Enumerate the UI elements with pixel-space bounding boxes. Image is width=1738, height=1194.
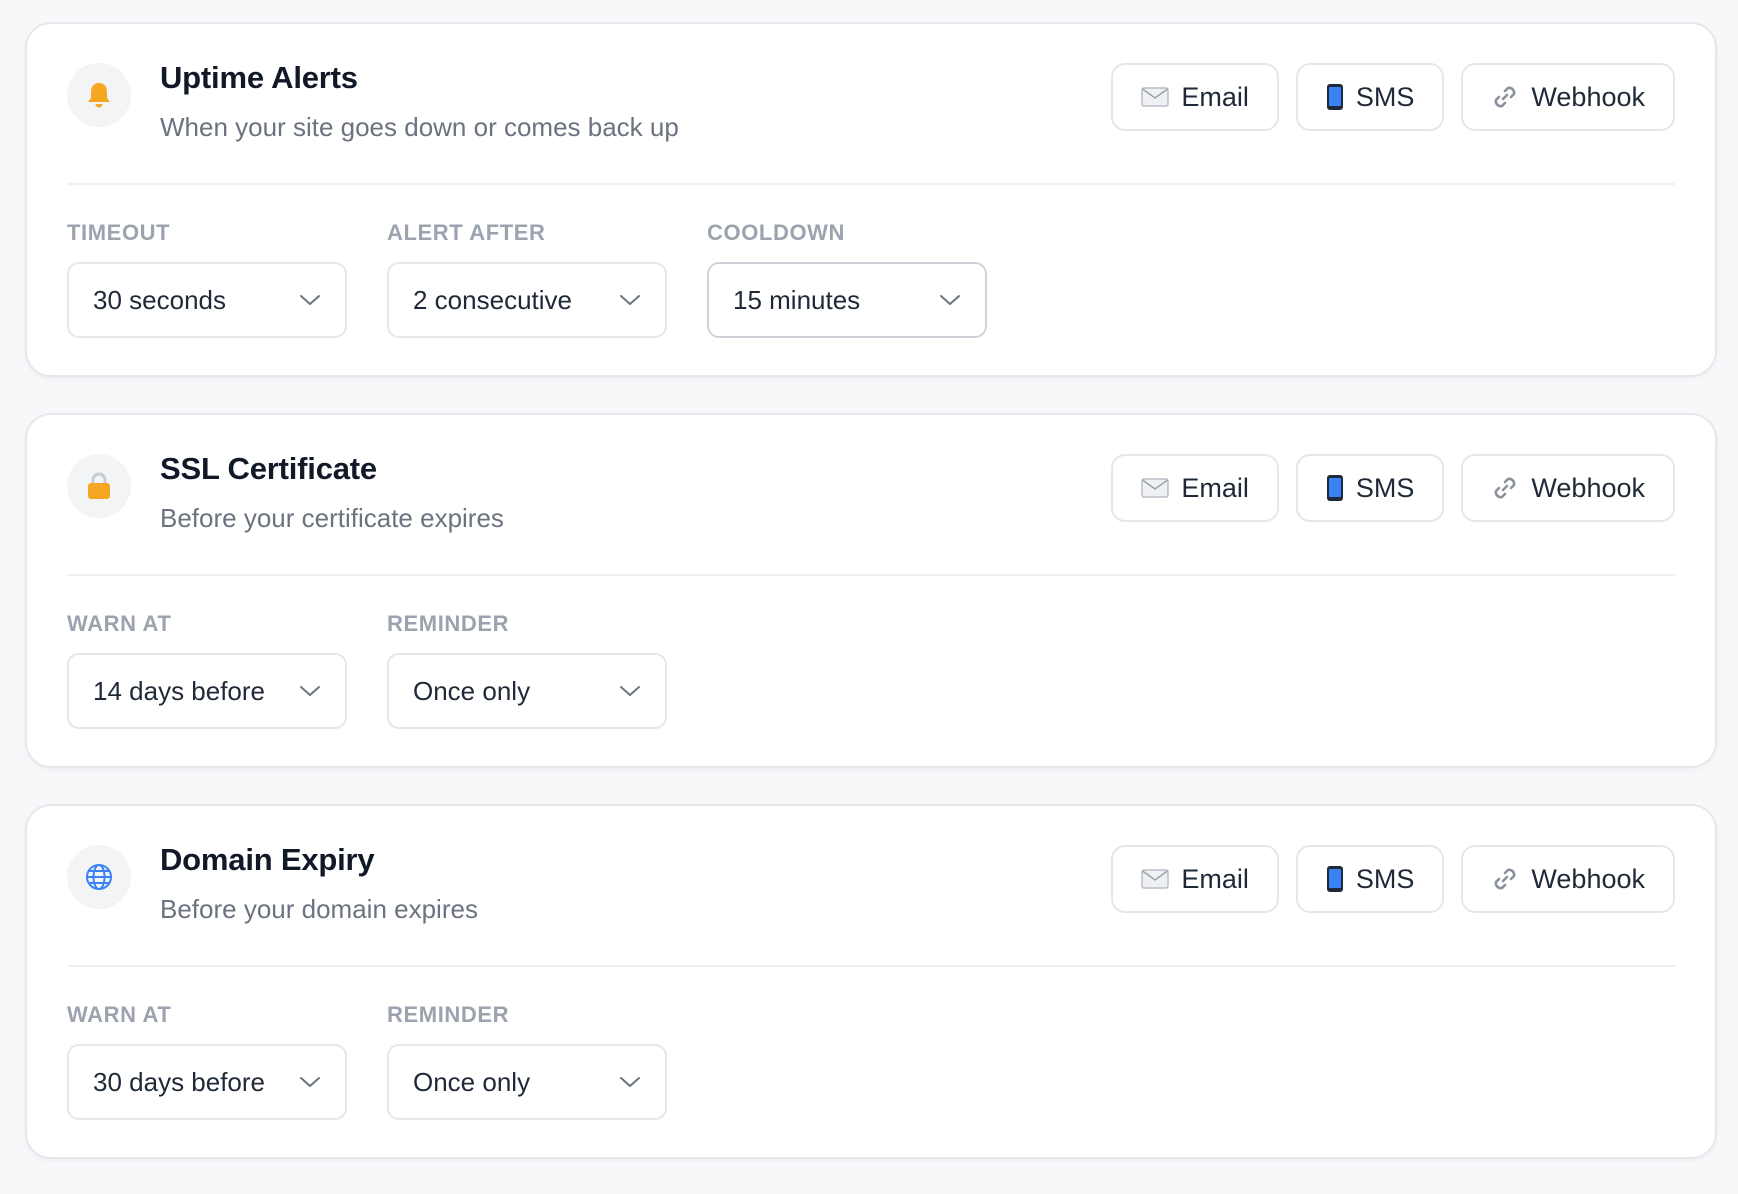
select-value: Once only <box>413 675 531 706</box>
card-title: Uptime Alerts <box>160 60 358 95</box>
card-title: SSL Certificate <box>160 451 377 486</box>
sms-channel-button[interactable]: SMS <box>1295 63 1445 131</box>
warn-at-field: WARN AT 14 days before <box>67 611 347 729</box>
webhook-channel-label: Webhook <box>1531 81 1645 112</box>
field-label: WARN AT <box>67 1002 172 1027</box>
reminder-field: REMINDER Once only <box>387 611 667 729</box>
select-value: 2 consecutive <box>413 284 572 315</box>
select-value: 30 days before <box>93 1066 266 1097</box>
chevron-down-icon <box>620 686 640 696</box>
email-channel-button[interactable]: Email <box>1111 454 1279 522</box>
link-icon <box>1495 86 1516 108</box>
link-icon <box>1495 477 1516 499</box>
email-channel-button[interactable]: Email <box>1111 845 1279 913</box>
field-label: WARN AT <box>67 611 172 636</box>
chevron-down-icon <box>620 295 640 305</box>
warn-at-field: WARN AT 30 days before <box>67 1002 347 1120</box>
webhook-channel-label: Webhook <box>1531 863 1645 894</box>
envelope-icon <box>1141 87 1170 107</box>
chevron-down-icon <box>300 295 320 305</box>
sms-channel-label: SMS <box>1355 81 1415 112</box>
alert-after-select[interactable]: 2 consecutive <box>387 262 667 338</box>
webhook-channel-button[interactable]: Webhook <box>1461 63 1675 131</box>
field-label: COOLDOWN <box>707 220 846 245</box>
bell-icon <box>67 63 131 127</box>
webhook-channel-label: Webhook <box>1531 472 1645 503</box>
chevron-down-icon <box>300 1077 320 1087</box>
channel-toggles: Email SMS Webhook <box>1111 63 1675 131</box>
field-label: REMINDER <box>387 611 510 636</box>
email-channel-button[interactable]: Email <box>1111 63 1279 131</box>
field-label: REMINDER <box>387 1002 510 1027</box>
channel-toggles: Email SMS Webhook <box>1111 454 1675 522</box>
link-icon <box>1495 868 1516 890</box>
cooldown-select[interactable]: 15 minutes <box>707 262 987 338</box>
reminder-select[interactable]: Once only <box>387 1044 667 1120</box>
sms-channel-label: SMS <box>1355 472 1415 503</box>
card-divider <box>67 965 1675 967</box>
webhook-channel-button[interactable]: Webhook <box>1461 845 1675 913</box>
phone-icon <box>1326 84 1343 110</box>
domain-expiry-card: Domain Expiry Before your domain expires… <box>25 804 1717 1159</box>
select-value: Once only <box>413 1066 531 1097</box>
reminder-select[interactable]: Once only <box>387 653 667 729</box>
chevron-down-icon <box>940 295 960 305</box>
timeout-field: TIMEOUT 30 seconds <box>67 220 347 338</box>
envelope-icon <box>1141 478 1170 498</box>
card-title: Domain Expiry <box>160 842 375 877</box>
chevron-down-icon <box>300 686 320 696</box>
sms-channel-button[interactable]: SMS <box>1295 454 1445 522</box>
phone-icon <box>1326 475 1343 501</box>
phone-icon <box>1326 866 1343 892</box>
alert-settings-page: Uptime Alerts When your site goes down o… <box>0 0 1738 1194</box>
envelope-icon <box>1141 869 1170 889</box>
select-value: 15 minutes <box>733 284 861 315</box>
sms-channel-button[interactable]: SMS <box>1295 845 1445 913</box>
email-channel-label: Email <box>1181 81 1249 112</box>
cooldown-field: COOLDOWN 15 minutes <box>707 220 987 338</box>
reminder-field: REMINDER Once only <box>387 1002 667 1120</box>
field-label: TIMEOUT <box>67 220 171 245</box>
sms-channel-label: SMS <box>1355 863 1415 894</box>
globe-icon <box>67 845 131 909</box>
card-divider <box>67 183 1675 185</box>
email-channel-label: Email <box>1181 863 1249 894</box>
channel-toggles: Email SMS Webhook <box>1111 845 1675 913</box>
lock-icon <box>67 454 131 518</box>
card-divider <box>67 574 1675 576</box>
timeout-select[interactable]: 30 seconds <box>67 262 347 338</box>
warn-at-select[interactable]: 14 days before <box>67 653 347 729</box>
alert-after-field: ALERT AFTER 2 consecutive <box>387 220 667 338</box>
ssl-certificate-card: SSL Certificate Before your certificate … <box>25 413 1717 768</box>
card-subtitle: Before your certificate expires <box>160 503 504 533</box>
warn-at-select[interactable]: 30 days before <box>67 1044 347 1120</box>
field-label: ALERT AFTER <box>387 220 546 245</box>
webhook-channel-button[interactable]: Webhook <box>1461 454 1675 522</box>
chevron-down-icon <box>620 1077 640 1087</box>
uptime-alerts-card: Uptime Alerts When your site goes down o… <box>25 22 1717 377</box>
card-subtitle: Before your domain expires <box>160 894 478 924</box>
select-value: 14 days before <box>93 675 266 706</box>
email-channel-label: Email <box>1181 472 1249 503</box>
card-subtitle: When your site goes down or comes back u… <box>160 112 679 142</box>
select-value: 30 seconds <box>93 284 226 315</box>
